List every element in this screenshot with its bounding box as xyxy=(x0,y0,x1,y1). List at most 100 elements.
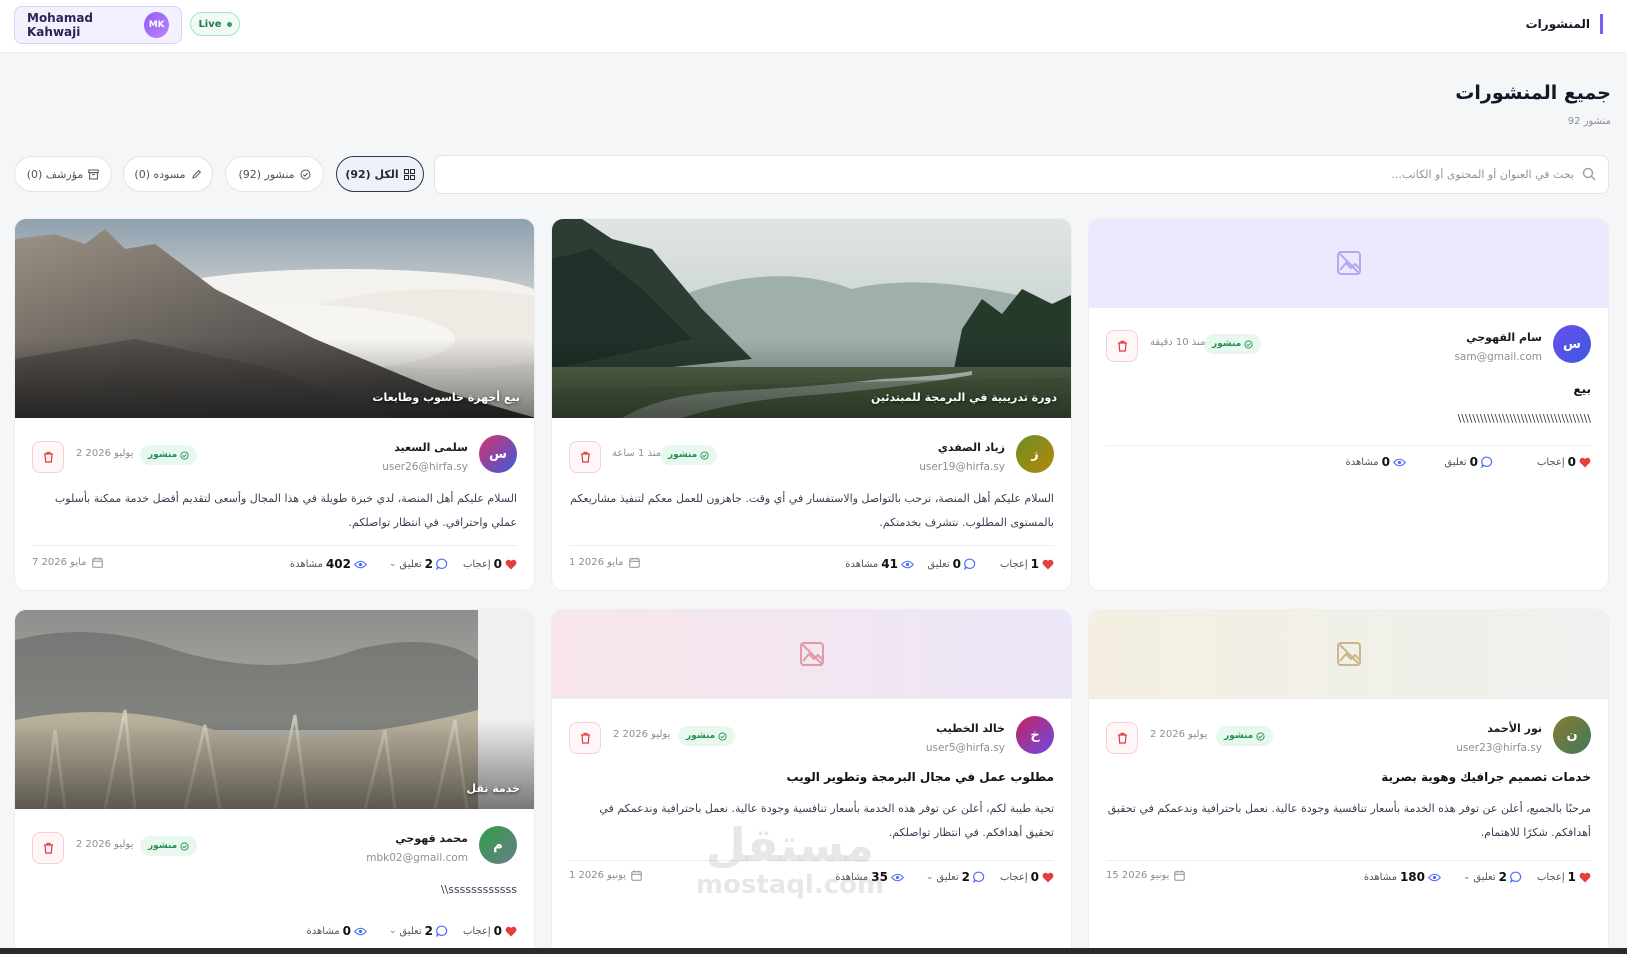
comments-stat[interactable]: 2 تعليق ⌄ xyxy=(387,924,448,938)
post-body: السلام عليكم أهل المنصة، نرحب بالتواصل و… xyxy=(570,492,1054,529)
trash-icon xyxy=(580,451,590,463)
likes-count: 1 xyxy=(1567,870,1576,884)
status-badge: منشور xyxy=(1204,334,1262,354)
top-bar: المنشورات Mohamad Kahwaji MK Live xyxy=(0,0,1627,53)
search-input[interactable] xyxy=(474,156,1574,193)
status-label: منشور xyxy=(668,450,698,460)
comments-stat[interactable]: 0 تعليق xyxy=(927,557,976,571)
pencil-icon xyxy=(191,169,201,179)
chevron-down-icon[interactable]: ⌄ xyxy=(926,872,934,882)
comments-count: 2 xyxy=(1498,870,1507,884)
heart-icon xyxy=(505,559,517,569)
comments-count: 2 xyxy=(424,557,433,571)
post-card[interactable]: س سام القهوجي sam@gmail.com منشور منذ 10… xyxy=(1088,218,1609,591)
delete-button[interactable] xyxy=(1106,722,1138,754)
post-time: منذ 1 ساعة xyxy=(612,448,662,459)
likes-stat[interactable]: 0 إعجاب xyxy=(463,924,517,938)
comment-icon xyxy=(964,558,976,570)
delete-button[interactable] xyxy=(569,722,601,754)
eye-icon xyxy=(1393,458,1406,466)
likes-stat[interactable]: 0 إعجاب xyxy=(463,557,517,571)
heart-icon xyxy=(1042,559,1054,569)
author-email: user26@hirfa.sy xyxy=(382,461,468,473)
check-circle-icon xyxy=(700,450,709,460)
likes-stat[interactable]: 0 إعجاب xyxy=(1537,455,1591,469)
author-email: user5@hirfa.sy xyxy=(925,742,1005,754)
views-count: 41 xyxy=(881,557,898,571)
chevron-down-icon[interactable]: ⌄ xyxy=(389,559,397,569)
comments-stat[interactable]: 2 تعليق ⌄ xyxy=(1461,870,1522,884)
author-name[interactable]: سام القهوجي xyxy=(1466,331,1542,344)
avatar: س xyxy=(1553,325,1591,363)
author-name[interactable]: خالد الخطيب xyxy=(936,722,1005,735)
delete-button[interactable] xyxy=(569,441,601,473)
likes-stat[interactable]: 0 إعجاب xyxy=(1000,870,1054,884)
author-name[interactable]: زياد الصفدي xyxy=(938,441,1005,454)
forest-river-image xyxy=(552,219,1071,418)
comments-stat[interactable]: 2 تعليق ⌄ xyxy=(387,557,448,571)
views-label: مشاهدة xyxy=(1363,871,1397,883)
no-image-icon xyxy=(799,642,824,666)
chevron-down-icon[interactable]: ⌄ xyxy=(1463,872,1471,882)
footer-date: 7 مايو 2026 xyxy=(32,557,103,568)
delete-button[interactable] xyxy=(1106,330,1138,362)
comments-stat[interactable]: 2 تعليق ⌄ xyxy=(924,870,985,884)
check-circle-icon xyxy=(180,841,189,851)
post-title[interactable]: خدمات تصميم جرافيك وهوية بصرية xyxy=(1381,770,1591,784)
post-title[interactable]: بيع xyxy=(1573,382,1591,396)
trash-icon xyxy=(43,842,53,854)
likes-label: إعجاب xyxy=(1536,871,1565,883)
views-count: 402 xyxy=(325,557,351,571)
divider xyxy=(569,545,1054,546)
comments-count: 2 xyxy=(961,870,970,884)
avatar: ز xyxy=(1016,435,1054,473)
filter-archived-label: مؤرشف (0) xyxy=(26,167,84,181)
post-card[interactable]: دورة تدريبية في البرمجة للمبتدئين ز زياد… xyxy=(551,218,1072,591)
heart-icon xyxy=(1042,872,1054,882)
post-card[interactable]: خدمة نقل م محمد قهوجي mbk02@gmail.com من… xyxy=(14,609,535,954)
filter-all[interactable]: الكل (92) xyxy=(336,156,424,192)
user-menu[interactable]: Mohamad Kahwaji MK xyxy=(14,6,182,44)
author-name[interactable]: محمد قهوجي xyxy=(395,832,468,845)
delete-button[interactable] xyxy=(32,441,64,473)
author-email: mbk02@gmail.com xyxy=(366,852,468,864)
filter-published[interactable]: منشور (92) xyxy=(225,156,324,192)
footer-date-label: 15 يونيو 2026 xyxy=(1106,870,1170,881)
trash-icon xyxy=(580,732,590,744)
post-card[interactable]: خ خالد الخطيب user5@hirfa.sy منشور 2 يول… xyxy=(551,609,1072,954)
frost-forest-image xyxy=(15,610,534,809)
post-card[interactable]: بيع أجهزة حاسوب وطابعات س سلمى السعيد us… xyxy=(14,218,535,591)
author-name[interactable]: نور الأحمد xyxy=(1487,722,1542,735)
eye-icon xyxy=(354,560,367,568)
comments-stat[interactable]: 0 تعليق xyxy=(1444,455,1493,469)
post-card[interactable]: ن نور الأحمد user23@hirfa.sy منشور 2 يول… xyxy=(1088,609,1609,954)
views-count: 180 xyxy=(1399,870,1425,884)
post-image[interactable]: بيع أجهزة حاسوب وطابعات xyxy=(15,219,534,418)
chevron-down-icon[interactable]: ⌄ xyxy=(389,926,397,936)
likes-label: إعجاب xyxy=(1536,456,1565,468)
post-title[interactable]: مطلوب عمل في مجال البرمجة وتطوير الويب xyxy=(787,770,1054,784)
filter-draft[interactable]: مسوده (0) xyxy=(123,156,213,192)
likes-label: إعجاب xyxy=(999,558,1028,570)
post-image[interactable]: خدمة نقل xyxy=(15,610,534,809)
image-placeholder xyxy=(1089,610,1608,699)
search-box[interactable] xyxy=(434,155,1609,194)
trash-icon xyxy=(43,451,53,463)
footer-date-label: 1 مايو 2026 xyxy=(569,557,624,568)
author-email: user23@hirfa.sy xyxy=(1456,742,1542,754)
delete-button[interactable] xyxy=(32,832,64,864)
comments-label: تعليق xyxy=(1473,871,1496,883)
filter-archived[interactable]: مؤرشف (0) xyxy=(14,156,112,192)
image-placeholder xyxy=(552,610,1071,699)
post-image[interactable]: دورة تدريبية في البرمجة للمبتدئين xyxy=(552,219,1071,418)
post-body: \\ssssssssssss xyxy=(440,883,517,896)
author-name[interactable]: سلمى السعيد xyxy=(394,441,468,454)
avatar: م xyxy=(479,826,517,864)
watermark-en: mostaql.com xyxy=(695,870,885,900)
likes-stat[interactable]: 1 إعجاب xyxy=(1000,557,1054,571)
views-label: مشاهدة xyxy=(306,925,340,937)
likes-stat[interactable]: 1 إعجاب xyxy=(1537,870,1591,884)
comment-icon xyxy=(1481,456,1493,468)
comments-count: 0 xyxy=(1469,455,1478,469)
user-name: Mohamad Kahwaji xyxy=(27,11,94,39)
